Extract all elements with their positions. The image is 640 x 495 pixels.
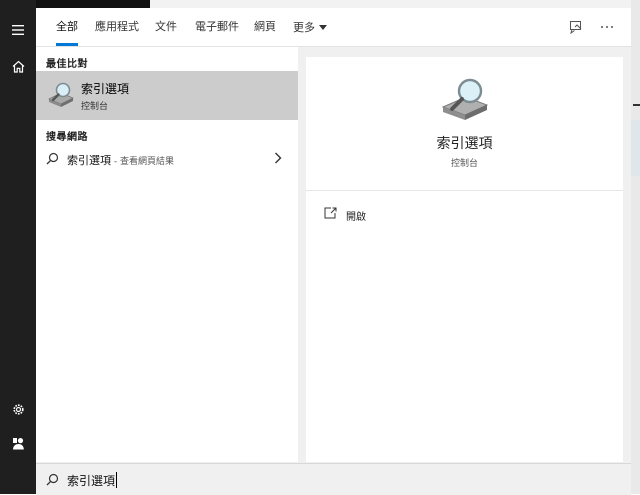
best-match-heading: 最佳比對 (46, 59, 88, 70)
more-options-icon[interactable] (593, 8, 621, 46)
search-icon (46, 473, 59, 486)
web-query: 索引選項 (67, 154, 111, 167)
open-icon (324, 207, 337, 219)
tab-label: 應用程式 (95, 20, 139, 33)
search-input[interactable]: 索引選項 (67, 474, 115, 488)
indexing-options-icon (441, 78, 489, 120)
search-web-heading: 搜尋網路 (46, 132, 88, 143)
caret-down-icon (319, 8, 327, 46)
text-cursor (116, 472, 118, 488)
best-match-title: 索引選項 (81, 82, 130, 96)
tab-email[interactable]: 電子郵件 (195, 8, 239, 46)
user-icon[interactable] (0, 428, 36, 458)
desktop-background-right (631, 0, 640, 494)
desktop-background-top (0, 0, 640, 8)
filter-tabs: 全部 應用程式 文件 電子郵件 網頁 更多 (36, 8, 631, 47)
tab-label: 全部 (56, 20, 78, 33)
preview-subtitle: 控制台 (450, 159, 478, 169)
open-action-label: 開啟 (346, 212, 366, 223)
results-list: 最佳比對 索引選項 控制台 搜尋網路 索引選項 - 查看網頁結果 (36, 47, 298, 462)
background-mark (633, 104, 640, 106)
start-rail (0, 0, 36, 494)
tab-label: 電子郵件 (195, 20, 239, 33)
tab-label: 更多 (293, 21, 315, 34)
tab-documents[interactable]: 文件 (155, 8, 177, 46)
background-mark (631, 120, 640, 176)
tab-all[interactable]: 全部 (56, 8, 78, 46)
feedback-icon[interactable] (562, 8, 590, 46)
settings-icon[interactable] (0, 394, 36, 424)
tab-apps[interactable]: 應用程式 (95, 8, 139, 46)
web-search-item[interactable]: 索引選項 - 查看網頁結果 (36, 148, 298, 170)
search-icon (46, 152, 59, 165)
search-panel: 全部 應用程式 文件 電子郵件 網頁 更多 最佳比對 索引選項 控制台 搜尋網路 (36, 8, 631, 495)
best-match-subtitle: 控制台 (81, 102, 109, 112)
search-box[interactable]: 索引選項 (36, 463, 631, 495)
chevron-right-icon (275, 152, 282, 164)
indexing-options-icon (48, 82, 74, 107)
menu-icon[interactable] (0, 15, 36, 45)
tab-web[interactable]: 網頁 (254, 8, 276, 46)
preview-pane: 索引選項 控制台 開啟 (306, 57, 623, 462)
tab-more[interactable]: 更多 (293, 8, 327, 46)
divider (306, 190, 623, 191)
preview-title: 索引選項 (436, 136, 493, 152)
web-hint: - 查看網頁結果 (111, 157, 174, 167)
home-icon[interactable] (0, 51, 36, 81)
tab-label: 文件 (155, 20, 177, 33)
best-match-item[interactable]: 索引選項 控制台 (36, 71, 298, 120)
tab-label: 網頁 (254, 20, 276, 33)
